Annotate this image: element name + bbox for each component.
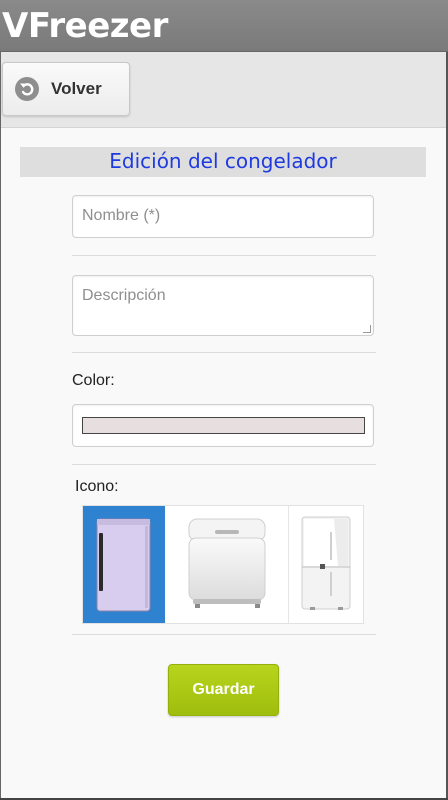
name-input-placeholder: Nombre (*) [82,207,161,224]
back-button[interactable]: Volver [2,62,130,116]
back-button-label: Volver [51,79,102,98]
icon-label: Icono: [75,478,119,495]
undo-arrow-icon [15,77,39,101]
frame-border [0,52,1,800]
color-picker[interactable] [72,404,374,447]
app-title: VFreezer [2,6,168,46]
name-input[interactable]: Nombre (*) [72,195,374,238]
fridge-freezer-icon [301,516,351,610]
resize-grip-icon[interactable] [363,325,371,333]
save-button[interactable]: Guardar [168,664,279,716]
upright-freezer-icon [96,518,151,612]
icon-option-fridge-freezer[interactable] [288,506,363,623]
description-placeholder: Descripción [82,287,166,304]
toolbar: Volver [0,52,448,128]
section-header: Edición del congelador [20,147,426,177]
app-title-bar: VFreezer [0,0,448,52]
divider [72,464,376,465]
divider [72,634,376,635]
divider [72,255,376,256]
description-textarea[interactable]: Descripción [72,275,374,336]
color-swatch[interactable] [82,417,365,434]
icon-option-upright-freezer[interactable] [83,506,165,623]
divider [72,352,376,353]
chest-freezer-icon [188,518,266,608]
icon-picker[interactable] [82,505,364,624]
color-label: Color: [72,372,115,389]
icon-option-chest-freezer[interactable] [165,506,289,623]
page-title: Edición del congelador [109,149,337,173]
